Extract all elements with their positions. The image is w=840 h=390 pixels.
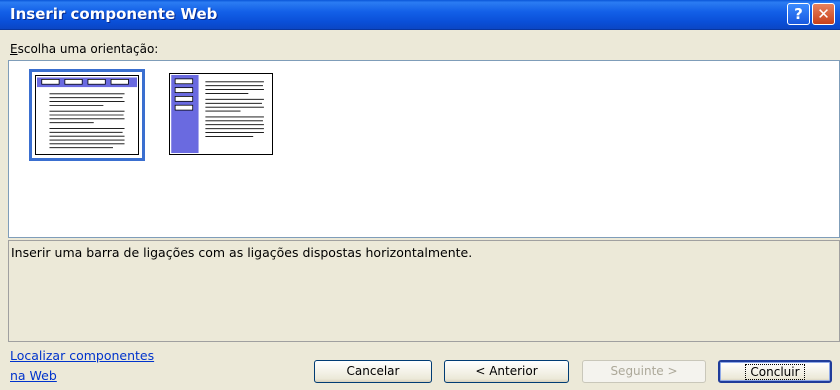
help-icon: ? [794,5,803,23]
orientation-option-horizontal[interactable] [29,69,145,161]
orientation-options-panel [8,60,840,238]
next-button-label: Seguinte > [610,364,678,378]
next-button[interactable]: Seguinte > [582,360,706,383]
help-button[interactable]: ? [787,3,810,25]
back-button[interactable]: < Anterior [444,360,569,383]
dialog-window: Inserir componente Web ? ✕ Escolha uma o… [0,0,840,390]
horizontal-layout-icon [35,75,139,155]
orientation-mnemonic: E [10,42,18,56]
description-panel: Inserir uma barra de ligações com as lig… [8,240,840,342]
close-icon: ✕ [817,5,830,23]
back-button-label: < Anterior [475,364,538,378]
orientation-label-text: scolha uma orientação: [17,42,159,56]
close-button[interactable]: ✕ [812,3,835,25]
window-title: Inserir componente Web [10,5,218,23]
finish-button[interactable]: Concluir [718,360,832,383]
cancel-button[interactable]: Cancelar [314,360,432,383]
cancel-button-label: Cancelar [346,364,400,378]
description-text: Inserir uma barra de ligações com as lig… [11,245,473,260]
find-components-link-line2[interactable]: na Web [10,368,57,383]
orientation-option-vertical[interactable] [169,73,273,155]
orientation-label: Escolha uma orientação: [10,42,158,56]
finish-button-label: Concluir [745,364,805,380]
vertical-layout-icon [169,73,273,155]
title-bar[interactable]: Inserir componente Web ? ✕ [0,0,840,30]
find-components-link-line1[interactable]: Localizar componentes [10,348,154,363]
